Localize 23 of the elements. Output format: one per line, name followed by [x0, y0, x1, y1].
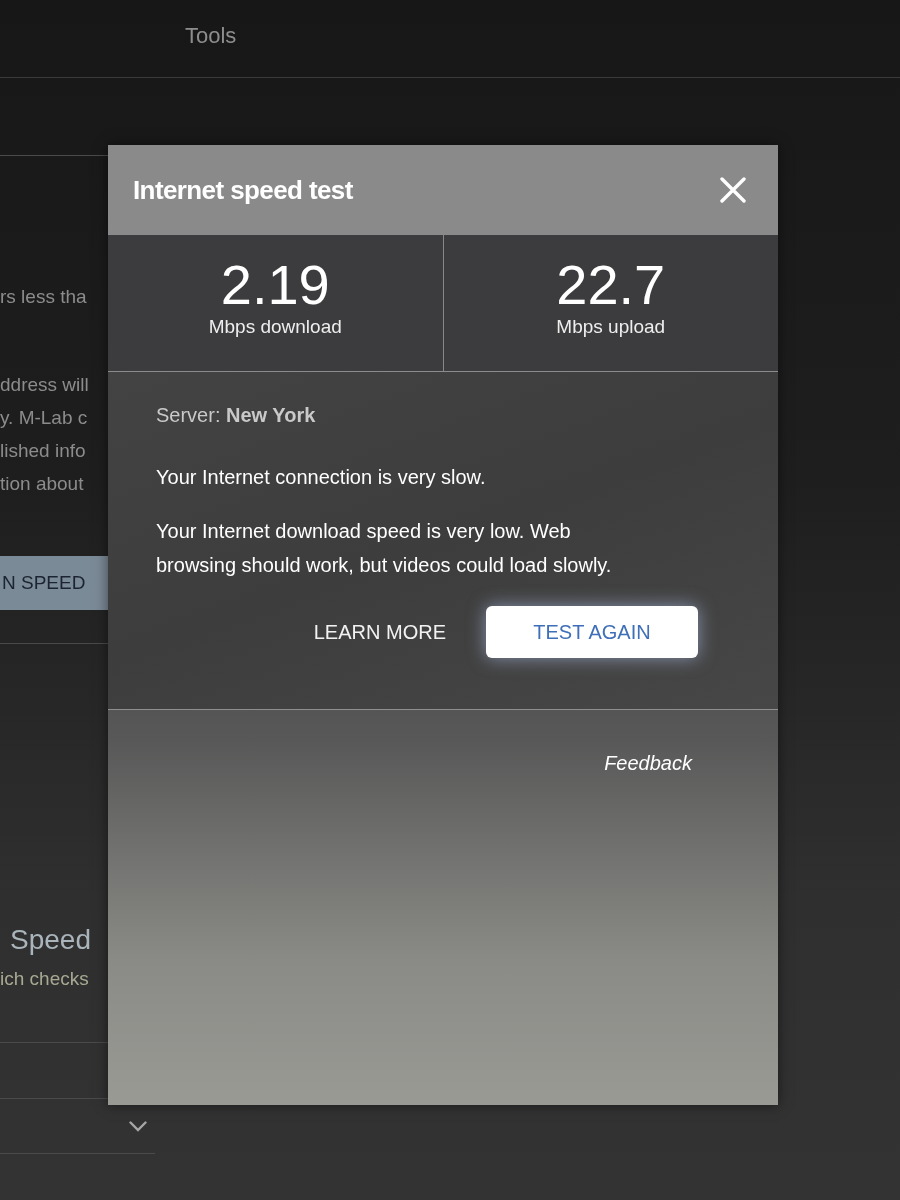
feedback-link[interactable]: Feedback [604, 748, 692, 778]
close-button[interactable] [720, 177, 746, 203]
server-text: Server: New York [156, 403, 317, 428]
page-text: lished info [0, 439, 86, 463]
dialog-title: Internet speed test [133, 173, 353, 207]
connection-status-text: Your Internet connection is very slow. [156, 465, 487, 490]
speed-description-text: Your Internet download speed is very low. Web browsing should work, but videos could load slowly. [156, 519, 613, 578]
close-icon [720, 177, 746, 203]
page-text: rs less tha [0, 285, 87, 309]
upload-speed-value: 22.7 [555, 257, 667, 313]
section-heading: Speed [9, 923, 91, 957]
tools-heading: Tools [185, 22, 237, 50]
download-speed-value: 2.19 [219, 257, 331, 313]
chevron-down-icon [129, 1120, 147, 1132]
download-unit-label: Mbps download [207, 315, 343, 339]
upload-unit-label: Mbps upload [555, 315, 667, 339]
learn-more-button[interactable]: LEARN MORE [311, 613, 448, 651]
test-again-button[interactable]: TEST AGAIN [486, 606, 698, 658]
page-text: y. M-Lab c [0, 406, 88, 430]
page-text: ddress will [0, 373, 89, 397]
section-text: ich checks [0, 967, 89, 991]
page-text: tion about [0, 472, 84, 496]
speed-test-button[interactable]: N SPEED [0, 556, 108, 610]
